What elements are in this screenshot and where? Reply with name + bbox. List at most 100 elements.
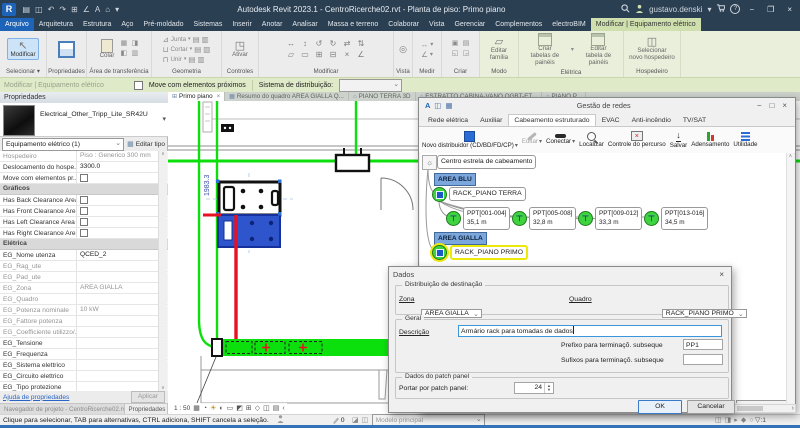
- help-icon[interactable]: ?: [730, 4, 740, 14]
- dados-close-button[interactable]: ×: [716, 270, 727, 279]
- pin-icon[interactable]: ∠: [354, 49, 368, 60]
- temp-view-icon[interactable]: ▤: [273, 404, 280, 412]
- property-value[interactable]: [76, 261, 159, 271]
- rack-symbol-selected[interactable]: [218, 215, 280, 247]
- ribbon-tab-sistemas[interactable]: Sistemas: [189, 18, 228, 31]
- property-value[interactable]: [76, 272, 159, 282]
- property-row-eg-tipo-protezione[interactable]: EG_Tipo protezione: [0, 382, 168, 391]
- gestao-tab-cabeamento-estruturado[interactable]: Cabeamento estruturado: [508, 114, 595, 126]
- press-drag-icon[interactable]: ◆: [739, 416, 747, 424]
- save-icon[interactable]: ◫: [33, 5, 46, 14]
- property-value[interactable]: [76, 206, 159, 216]
- property-row-eg-fattore-potenza[interactable]: EG_Fattore potenza: [0, 316, 168, 327]
- ok-button[interactable]: OK: [638, 400, 682, 414]
- property-value[interactable]: [76, 371, 159, 381]
- ribbon-tab-vista[interactable]: Vista: [424, 18, 449, 31]
- zona-select[interactable]: AREA GIALLA: [421, 309, 482, 318]
- dropdown-chevron-icon[interactable]: ▾: [571, 46, 574, 53]
- visual-style-icon[interactable]: ◔: [203, 405, 207, 412]
- undo-icon[interactable]: ↶: [45, 5, 57, 14]
- localizar-button[interactable]: Localizar: [579, 132, 604, 149]
- property-value[interactable]: [76, 294, 159, 304]
- property-row-eg-frequenza[interactable]: EG_Frequenza: [0, 349, 168, 360]
- gestao-vertical-scrollbar[interactable]: ∧: [786, 153, 794, 403]
- checkbox[interactable]: [80, 174, 88, 182]
- close-button[interactable]: ×: [783, 5, 796, 14]
- crop-view-icon[interactable]: ▭: [227, 404, 234, 412]
- property-row-eg-potenza-nominale[interactable]: EG_Potenza nominale10 kW: [0, 305, 168, 316]
- spinner-arrows-icon[interactable]: ▲▼: [544, 383, 553, 393]
- star-center-button[interactable]: ☼: [422, 155, 437, 170]
- palette-header[interactable]: Propriedades: [0, 92, 168, 103]
- store-icon[interactable]: [716, 4, 725, 14]
- redo-icon[interactable]: ↷: [57, 5, 69, 14]
- move-with-nearby-checkbox[interactable]: [134, 81, 143, 90]
- property-value[interactable]: [76, 316, 159, 326]
- view-tab-primo-piano[interactable]: ⊞Primo piano×: [168, 92, 225, 101]
- ribbon-tab-massa-e-terreno[interactable]: Massa e terreno: [323, 18, 384, 31]
- move-icon[interactable]: ↕: [298, 38, 312, 49]
- activate-button[interactable]: ◳Ativar: [230, 39, 250, 60]
- door-symbol[interactable]: [381, 178, 413, 210]
- panel-label[interactable]: Controles: [222, 67, 258, 77]
- match-type-icon[interactable]: ▦: [118, 39, 129, 49]
- ppt-node-ppt-005-008[interactable]: PPT[005-008]32,8 m: [529, 207, 576, 230]
- delete-icon[interactable]: ×: [340, 49, 354, 60]
- dados-title-bar[interactable]: Dados ×: [389, 267, 731, 281]
- gestao-horizontal-scrollbar[interactable]: ›: [734, 404, 796, 413]
- user-menu-chevron-icon[interactable]: ▾: [707, 5, 711, 14]
- dropdown-chevron-icon[interactable]: ▾: [572, 139, 575, 146]
- geometry-tool-unir[interactable]: ⊓Unir▾▤▥: [163, 55, 211, 64]
- novo-distribuidor-cd-bd-fd-cp-button[interactable]: Novo distribuidor (CD/BD/FD/CP)▾: [422, 131, 518, 150]
- properties-button[interactable]: [56, 40, 77, 59]
- ppt-node-ppt-013-016[interactable]: PPT[013-016]34,5 m: [661, 207, 708, 230]
- portas-spinner[interactable]: 24 ▲▼: [514, 382, 554, 394]
- user-name[interactable]: gustavo.denski: [649, 5, 702, 14]
- checkbox[interactable]: [80, 196, 88, 204]
- font-icon[interactable]: A: [423, 101, 432, 110]
- editing-requests[interactable]: 0: [332, 416, 345, 424]
- offset-icon[interactable]: ⇄: [340, 38, 354, 49]
- align-icon[interactable]: ↔: [284, 38, 298, 49]
- cancel-button[interactable]: Cancelar: [687, 400, 735, 414]
- ribbon-tab-analisar[interactable]: Analisar: [287, 18, 322, 31]
- property-row-eg-zona[interactable]: EG_ZonaAREA GIALLA: [0, 283, 168, 294]
- workset-icon[interactable]: ◪: [351, 416, 361, 424]
- panel-label[interactable]: Criar: [442, 67, 479, 77]
- worksharing-icon[interactable]: ◫: [714, 416, 724, 424]
- temporary-hide-icon[interactable]: ⊞: [246, 404, 252, 412]
- property-value[interactable]: [76, 338, 159, 348]
- quadro-select[interactable]: RACK_PIANO PRIMO: [662, 309, 747, 318]
- table-icon[interactable]: ▦: [444, 101, 455, 110]
- dimension-label[interactable]: 1983.3: [204, 174, 211, 196]
- rack-primo-label[interactable]: RACK_PIANO PRIMO: [450, 245, 528, 260]
- editar-button[interactable]: Editar▾: [522, 135, 542, 146]
- dropdown-chevron-icon[interactable]: ▾: [539, 139, 542, 146]
- gestao-close-button[interactable]: ×: [778, 101, 791, 110]
- selection-filter[interactable]: ▽:1: [755, 416, 766, 424]
- revit-logo-icon[interactable]: R: [2, 3, 16, 16]
- ribbon-tab-arquitetura[interactable]: Arquitetura: [34, 18, 78, 31]
- ppt-node-icon[interactable]: ⊤: [578, 211, 593, 226]
- worksharing-display-icon[interactable]: ◫: [263, 404, 270, 412]
- property-row-hospedeiro[interactable]: HospedeiroPiso : Generico 300 mm: [0, 151, 168, 162]
- geometry-tool-cortar[interactable]: ⊔Cortar▾▤▥: [163, 45, 211, 54]
- gestao-title-bar[interactable]: A◫▦ Gestão de redes − □ ×: [419, 98, 795, 112]
- property-row-has-front-clearance-area[interactable]: Has Front Clearance Area: [0, 206, 168, 217]
- measure-icon[interactable]: ∠: [80, 5, 92, 14]
- ribbon-tab-complementos[interactable]: Complementos: [490, 18, 547, 31]
- scale-icon[interactable]: ⊟: [326, 49, 340, 60]
- property-value[interactable]: [76, 173, 159, 183]
- property-row-eg-sistema-elettrico[interactable]: EG_Sistema elettrico: [0, 360, 168, 371]
- create-panel-schedules-button[interactable]: Criartabelas de painéis: [521, 32, 569, 67]
- extend-icon[interactable]: ▭: [298, 49, 312, 60]
- ribbon-tab-estrutura[interactable]: Estrutura: [78, 18, 116, 31]
- property-value[interactable]: QCED_2: [76, 250, 159, 260]
- window-icon[interactable]: ◫: [432, 101, 443, 110]
- property-value[interactable]: 10 kW: [76, 305, 159, 315]
- panel-label[interactable]: Selecionar ▾: [0, 67, 46, 77]
- controle-do-percurso-button[interactable]: ×Controle do percurso: [608, 131, 666, 149]
- descricao-input[interactable]: Armário rack para tomadas de dados: [458, 325, 722, 337]
- property-value[interactable]: Piso : Generico 300 mm: [76, 151, 159, 161]
- assembly-icon[interactable]: ◲: [461, 49, 472, 59]
